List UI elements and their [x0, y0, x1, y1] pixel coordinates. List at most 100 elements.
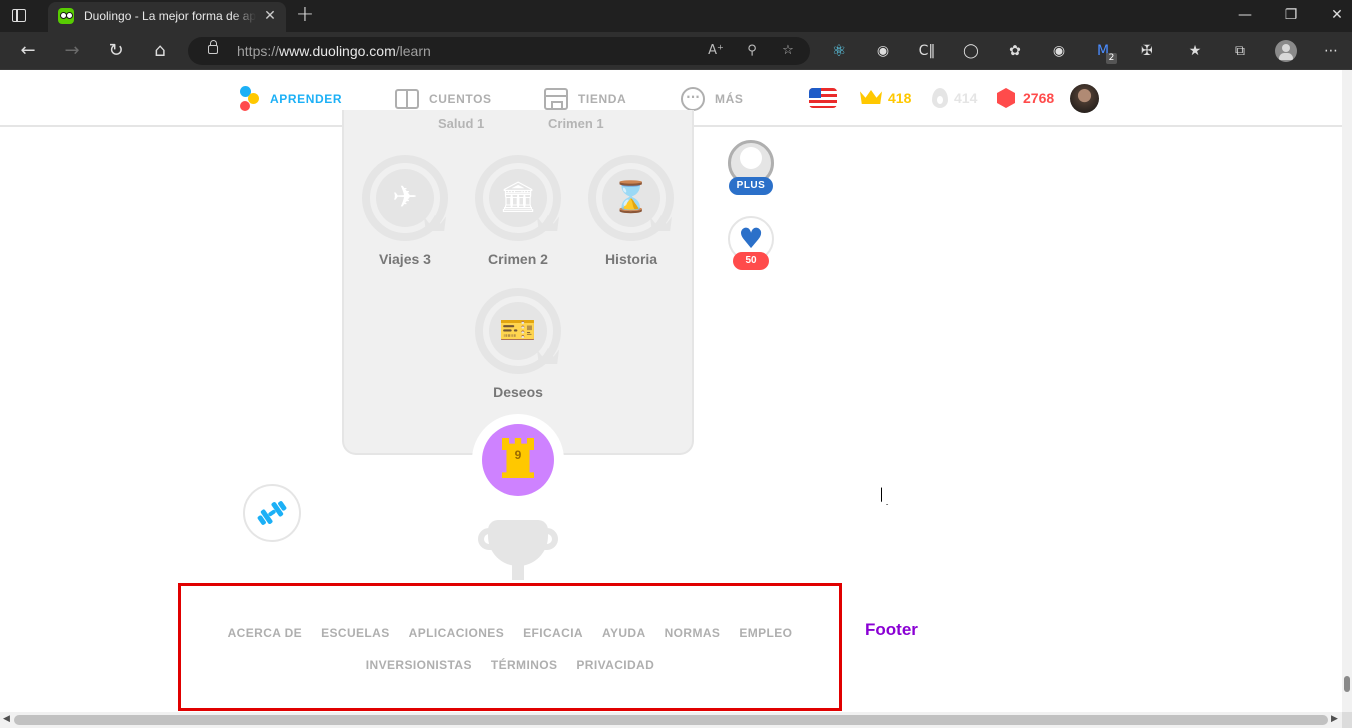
skill-crown-icon: [424, 215, 446, 231]
nav-learn[interactable]: APRENDER: [238, 85, 342, 113]
duolingo-favicon-icon: [58, 8, 74, 24]
skill-label-cut-left: Salud 1: [438, 116, 485, 128]
scroll-corner: [1342, 712, 1352, 728]
zoom-icon[interactable]: ⚲: [742, 42, 762, 60]
minimize-icon[interactable]: —: [1230, 4, 1260, 26]
extensions-puzzle-icon[interactable]: ✠: [1135, 39, 1159, 63]
react-devtools-icon[interactable]: ⚛: [827, 39, 851, 63]
skill-crimen-2[interactable]: 🏛 Crimen 2: [468, 155, 568, 267]
streak-counter[interactable]: 414: [932, 86, 977, 110]
tab-actions-icon[interactable]: [10, 6, 30, 26]
skill-historia[interactable]: ⌛ Historia: [581, 155, 681, 267]
skill-name: Deseos: [493, 384, 543, 400]
skill-deseos[interactable]: 🎫 Deseos: [468, 288, 568, 400]
nav-shop[interactable]: TIENDA: [544, 85, 626, 113]
crowns-value: 418: [888, 90, 912, 106]
skill-crown-icon: [537, 215, 559, 231]
new-tab-icon[interactable]: +: [294, 4, 316, 26]
forward-icon: →: [64, 40, 80, 61]
footer-link-normas[interactable]: NORMAS: [665, 626, 721, 640]
skill-name: Historia: [604, 251, 658, 267]
footer-link-acerca[interactable]: ACERCA DE: [228, 626, 303, 640]
shop-icon: [544, 88, 568, 112]
footer-link-eficacia[interactable]: EFICACIA: [523, 626, 583, 640]
gems-counter[interactable]: 2768: [997, 86, 1054, 110]
nav-learn-label: APRENDER: [270, 92, 343, 106]
broken-heart-icon: ♥: [738, 222, 764, 255]
plus-promo[interactable]: PLUS: [728, 140, 774, 198]
hourglass-icon: ⌛: [612, 180, 650, 215]
hearts-badge: 50: [733, 252, 769, 270]
footer-link-privacidad[interactable]: PRIVACIDAD: [576, 658, 654, 672]
collections-icon[interactable]: ⧉: [1228, 39, 1252, 63]
nav-stories-label: CUENTOS: [429, 92, 492, 106]
back-icon[interactable]: ←: [15, 39, 41, 63]
footer-link-empleo[interactable]: EMPLEO: [739, 626, 792, 640]
nav-stories[interactable]: CUENTOS: [395, 85, 492, 113]
m-extension-icon[interactable]: M2: [1091, 39, 1117, 64]
read-aloud-icon[interactable]: A⁺: [706, 42, 726, 60]
url-field[interactable]: https://www.duolingo.com/learn A⁺ ⚲ ☆: [188, 37, 810, 65]
lock-icon[interactable]: [208, 40, 218, 54]
add-favorite-icon[interactable]: ☆: [778, 42, 798, 60]
browser-tab-bar: Duolingo - La mejor forma de aprender un…: [0, 0, 1352, 32]
nav-more-label: MÁS: [715, 92, 744, 106]
footer-link-escuelas[interactable]: ESCUELAS: [321, 626, 390, 640]
restore-icon[interactable]: ❐: [1276, 4, 1306, 26]
checkpoint-castle[interactable]: 9: [472, 414, 564, 506]
plus-badge: PLUS: [729, 177, 773, 195]
target-extension-icon[interactable]: ◉: [871, 39, 895, 63]
skill-name: Viajes 3: [379, 251, 431, 267]
window-close-icon[interactable]: ✕: [1322, 4, 1352, 26]
hearts-status[interactable]: ♥ 50: [728, 216, 774, 274]
settings-more-icon[interactable]: ⋯: [1319, 39, 1343, 63]
airplane-icon: ✈: [392, 180, 418, 215]
color-extension-icon[interactable]: ✿: [1003, 39, 1027, 63]
trophy-icon: [478, 520, 558, 580]
skill-viajes-3[interactable]: ✈ Viajes 3: [355, 155, 455, 267]
favorites-icon[interactable]: ★: [1183, 39, 1207, 63]
learn-icon: [238, 86, 260, 112]
skill-name: Crimen 2: [488, 251, 548, 267]
courthouse-icon: 🏛: [498, 180, 538, 215]
browser-tab-duolingo[interactable]: Duolingo - La mejor forma de aprender un…: [48, 2, 286, 32]
profile-icon[interactable]: [1275, 40, 1297, 62]
footer-links-row-1: ACERCA DE ESCUELAS APLICACIONES EFICACIA…: [181, 626, 839, 640]
scroll-right-icon[interactable]: ▶: [1331, 714, 1338, 724]
circle-extension-icon[interactable]: ◯: [959, 39, 983, 63]
book-icon: [395, 89, 419, 109]
vertical-scrollbar[interactable]: [1342, 70, 1352, 712]
vertical-scroll-thumb[interactable]: [1344, 676, 1350, 692]
footer-link-aplicaciones[interactable]: APLICACIONES: [409, 626, 504, 640]
streak-value: 414: [954, 90, 978, 106]
streak-flame-icon: [932, 88, 948, 108]
horizontal-scroll-thumb[interactable]: [14, 715, 1328, 725]
tab-title: Duolingo - La mejor forma de aprender un…: [84, 9, 256, 25]
skill-crown-icon: [537, 348, 559, 364]
footer-annotation-label: Footer: [865, 620, 918, 639]
horizontal-scrollbar[interactable]: ◀ ▶: [0, 712, 1342, 728]
camera-extension-icon[interactable]: ◉: [1047, 39, 1071, 63]
nav-shop-label: TIENDA: [578, 92, 627, 106]
footer-link-ayuda[interactable]: AYUDA: [602, 626, 646, 640]
us-flag-icon[interactable]: [809, 88, 837, 108]
url-text: https://www.duolingo.com/learn: [237, 43, 431, 59]
crown-icon: [860, 90, 882, 106]
scroll-left-icon[interactable]: ◀: [3, 714, 10, 724]
checkpoint-number: 9: [514, 448, 522, 462]
skill-label-cut-right: Crimen 1: [548, 116, 604, 128]
home-icon[interactable]: ⌂: [147, 39, 173, 63]
practice-weights-button[interactable]: [243, 484, 301, 542]
tab-close-icon[interactable]: ✕: [262, 8, 278, 24]
gem-icon: [997, 88, 1015, 108]
code-extension-icon[interactable]: C‖: [915, 39, 939, 63]
nav-more[interactable]: ··· MÁS: [681, 85, 743, 113]
user-avatar[interactable]: [1070, 84, 1099, 113]
wish-ticket-icon: 🎫: [499, 313, 537, 348]
crowns-counter[interactable]: 418: [860, 86, 911, 110]
footer-link-inversionistas[interactable]: INVERSIONISTAS: [366, 658, 472, 672]
footer-links-row-2: INVERSIONISTAS TÉRMINOS PRIVACIDAD: [181, 658, 839, 672]
refresh-icon[interactable]: ↻: [103, 39, 129, 63]
footer: ACERCA DE ESCUELAS APLICACIONES EFICACIA…: [178, 583, 842, 711]
footer-link-terminos[interactable]: TÉRMINOS: [491, 658, 558, 672]
